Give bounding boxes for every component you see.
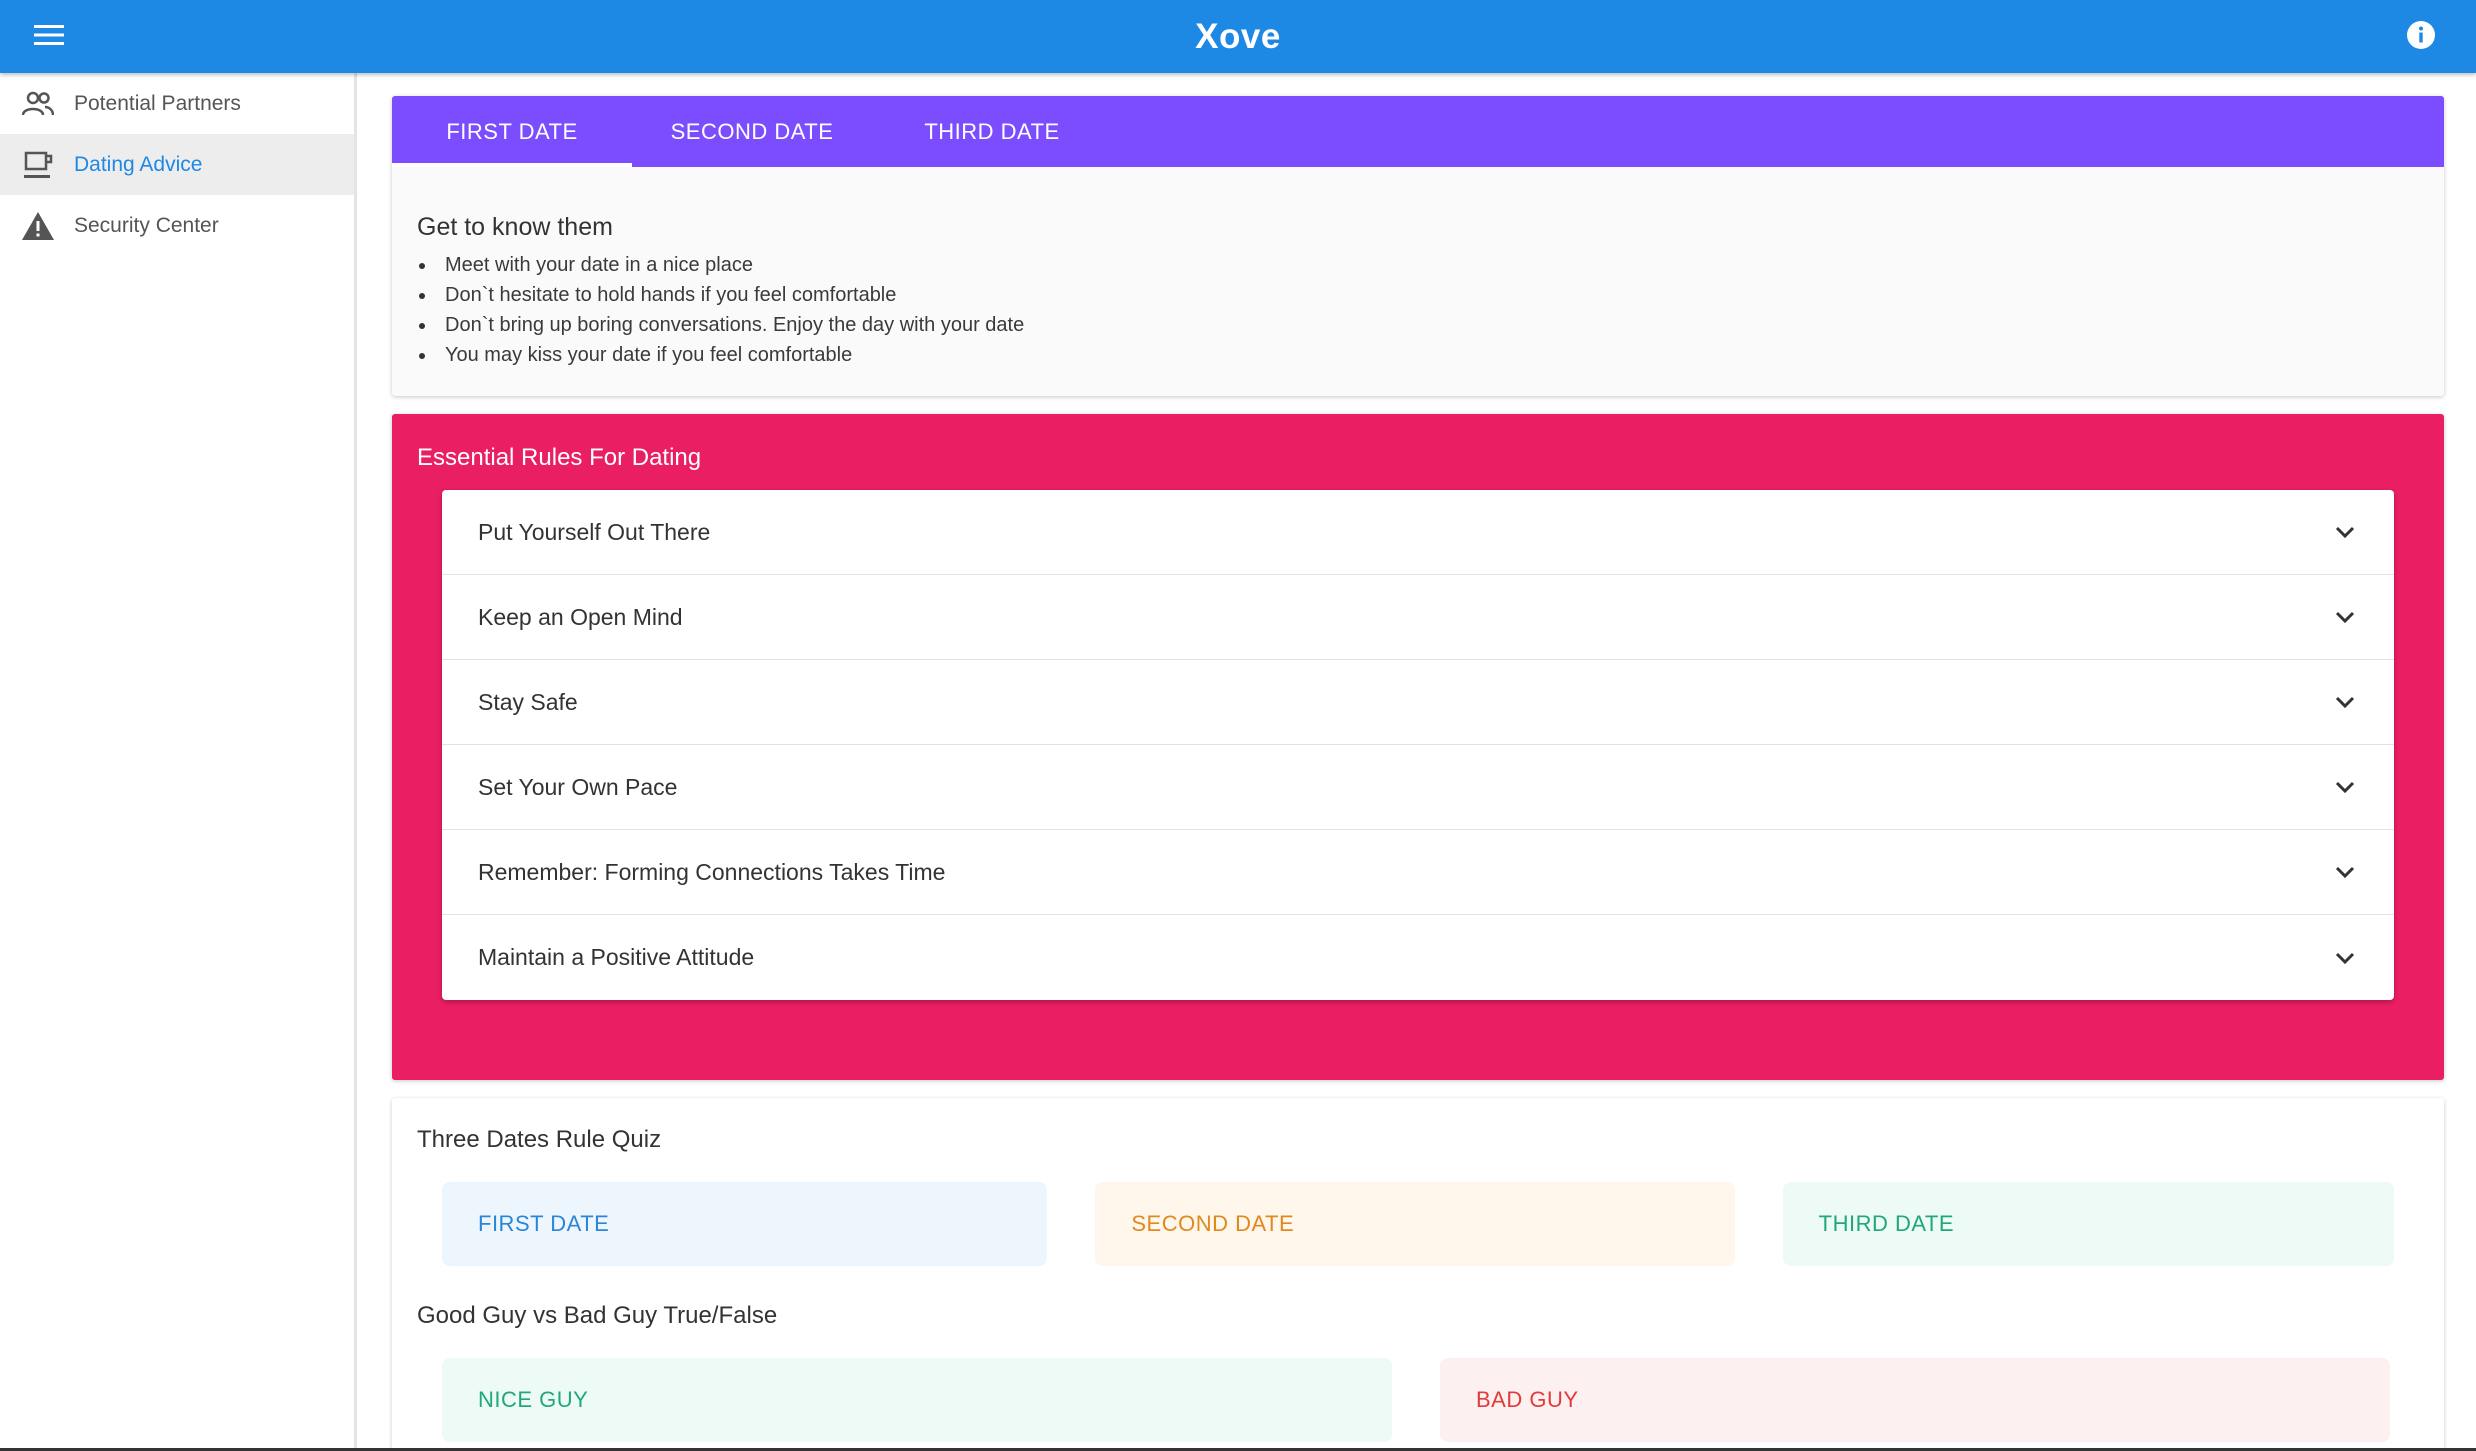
quiz-card: Three Dates Rule Quiz FIRST DATE SECOND … xyxy=(392,1098,2444,1451)
chevron-down-icon xyxy=(2332,945,2358,971)
chevron-down-icon xyxy=(2332,519,2358,545)
date-tabs-card: FIRST DATE SECOND DATE THIRD DATE Get to… xyxy=(392,96,2444,396)
second-date-quiz-button[interactable]: SECOND DATE xyxy=(1095,1182,1735,1266)
true-false-title: Good Guy vs Bad Guy True/False xyxy=(417,1302,778,1329)
first-date-quiz-button[interactable]: FIRST DATE xyxy=(442,1182,1048,1266)
sidebar-item-dating-advice[interactable]: Dating Advice xyxy=(0,134,354,195)
accordion-item[interactable]: Remember: Forming Connections Takes Time xyxy=(442,830,2394,915)
list-item: You may kiss your date if you feel comfo… xyxy=(417,340,2419,370)
menu-icon xyxy=(34,24,64,51)
app-bar: Xove xyxy=(0,0,2476,73)
third-date-quiz-button[interactable]: THIRD DATE xyxy=(1782,1182,2394,1266)
accordion-item[interactable]: Put Yourself Out There xyxy=(442,490,2394,575)
sidebar-item-label: Potential Partners xyxy=(74,91,241,115)
accordion-item-label: Maintain a Positive Attitude xyxy=(478,944,755,970)
list-item: Don`t hesitate to hold hands if you feel… xyxy=(417,280,2419,310)
date-quiz-buttons: FIRST DATE SECOND DATE THIRD DATE xyxy=(442,1182,2394,1266)
chevron-down-icon xyxy=(2332,859,2358,885)
tab-second-date[interactable]: SECOND DATE xyxy=(632,96,872,167)
chevron-down-icon xyxy=(2332,604,2358,630)
accordion-item-label: Keep an Open Mind xyxy=(478,603,683,630)
tab-third-date[interactable]: THIRD DATE xyxy=(872,96,1112,167)
accordion-item-label: Remember: Forming Connections Takes Time xyxy=(478,858,946,885)
tab-first-date[interactable]: FIRST DATE xyxy=(392,96,632,167)
sidebar-item-security-center[interactable]: Security Center xyxy=(0,195,354,256)
rules-accordion: Put Yourself Out There Keep an Open Mind… xyxy=(442,490,2394,1000)
tabs-bar: FIRST DATE SECOND DATE THIRD DATE xyxy=(392,96,2444,167)
accordion-item[interactable]: Maintain a Positive Attitude xyxy=(442,915,2394,1000)
sidebar-item-label: Dating Advice xyxy=(74,152,203,176)
bad-guy-button[interactable]: BAD GUY xyxy=(1440,1358,2390,1442)
sidebar: Potential Partners Dating Advice Securit… xyxy=(0,73,357,1451)
accordion-item[interactable]: Keep an Open Mind xyxy=(442,575,2394,660)
main-content: FIRST DATE SECOND DATE THIRD DATE Get to… xyxy=(392,96,2444,1451)
accordion-item-label: Put Yourself Out There xyxy=(478,518,711,545)
app-title: Xove xyxy=(1195,16,1281,56)
accordion-item-label: Stay Safe xyxy=(478,688,578,715)
coffee-cup-icon xyxy=(20,147,56,183)
accordion-item-label: Set Your Own Pace xyxy=(478,773,678,800)
tab-panel-heading: Get to know them xyxy=(417,213,613,241)
warning-icon xyxy=(20,208,56,244)
list-item: Don`t bring up boring conversations. Enj… xyxy=(417,310,2419,340)
people-icon xyxy=(20,86,56,122)
info-button[interactable] xyxy=(2404,20,2438,54)
essential-rules-card: Essential Rules For Dating Put Yourself … xyxy=(392,414,2444,1080)
chevron-down-icon xyxy=(2332,774,2358,800)
tab-panel: Get to know them Meet with your date in … xyxy=(392,167,2444,396)
list-item: Meet with your date in a nice place xyxy=(417,250,2419,280)
quiz-title: Three Dates Rule Quiz xyxy=(417,1126,662,1153)
rules-title: Essential Rules For Dating xyxy=(417,444,702,471)
accordion-item[interactable]: Stay Safe xyxy=(442,660,2394,745)
sidebar-item-label: Security Center xyxy=(74,213,219,237)
tips-list: Meet with your date in a nice place Don`… xyxy=(417,250,2419,370)
info-icon xyxy=(2406,20,2436,55)
sidebar-item-potential-partners[interactable]: Potential Partners xyxy=(0,73,354,134)
menu-button[interactable] xyxy=(32,20,66,54)
accordion-item[interactable]: Set Your Own Pace xyxy=(442,745,2394,830)
nice-guy-button[interactable]: NICE GUY xyxy=(442,1358,1392,1442)
guy-quiz-buttons: NICE GUY BAD GUY xyxy=(442,1358,2394,1442)
chevron-down-icon xyxy=(2332,689,2358,715)
